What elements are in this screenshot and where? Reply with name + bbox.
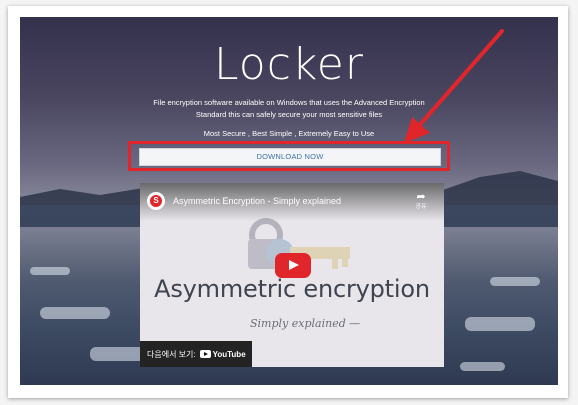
channel-initial: S — [150, 195, 162, 207]
share-label: 공유 — [415, 204, 427, 210]
channel-avatar-icon[interactable]: S — [147, 192, 165, 210]
share-button[interactable]: ➦ 공유 — [410, 191, 432, 211]
description-line: Standard this can safely secure your mos… — [195, 110, 383, 119]
thumbnail-subtitle: Simply explained — — [250, 317, 361, 330]
tagline: Most Secure , Best Simple , Extremely Ea… — [203, 129, 375, 138]
description: File encryption software available on Wi… — [20, 97, 558, 121]
page-title: Locker — [214, 39, 364, 90]
youtube-logo-icon: YouTube — [199, 349, 246, 359]
thumbnail-title: Asymmetric encryption — [154, 275, 430, 303]
youtube-play-icon — [199, 350, 211, 358]
ice-floe — [490, 277, 540, 286]
hero-section: Locker File encryption software availabl… — [20, 17, 558, 385]
watch-on-label: 다음에서 보기: — [147, 349, 196, 359]
ice-floe — [30, 267, 70, 275]
youtube-label: YouTube — [212, 349, 246, 359]
ice-floe — [465, 317, 535, 331]
video-title[interactable]: Asymmetric Encryption - Simply explained — [173, 196, 341, 206]
ice-floe — [460, 362, 505, 371]
download-now-button[interactable]: DOWNLOAD NOW — [139, 148, 441, 166]
description-line: File encryption software available on Wi… — [153, 98, 425, 107]
share-icon: ➦ — [416, 191, 426, 203]
watch-on-youtube-button[interactable]: 다음에서 보기: YouTube — [140, 341, 252, 367]
ice-floe — [40, 307, 110, 319]
video-embed[interactable]: S Asymmetric Encryption - Simply explain… — [140, 183, 444, 367]
